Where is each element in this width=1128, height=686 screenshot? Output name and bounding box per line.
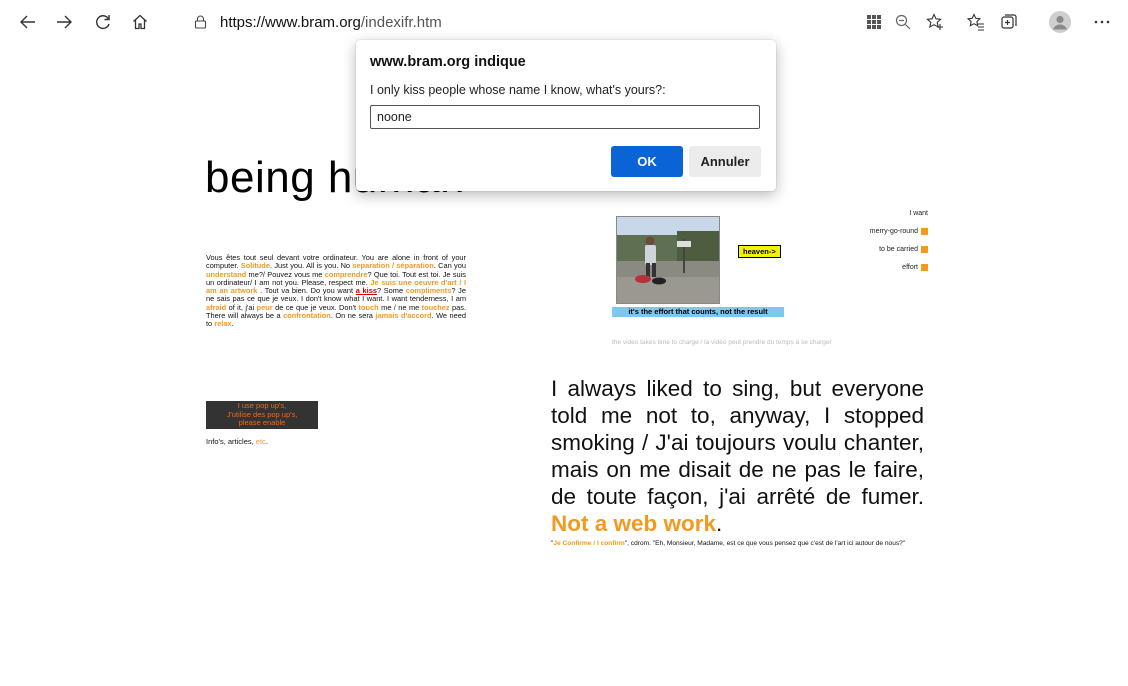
orange-square-icon[interactable]	[921, 245, 928, 253]
reader-grid-icon[interactable]	[860, 8, 888, 36]
want-item-merry-go-round[interactable]: merry-go-round	[820, 222, 928, 240]
browser-toolbar: https://www.bram.org/indexifr.htm	[0, 0, 1128, 44]
effort-caption: it's the effort that counts, not the res…	[612, 307, 784, 317]
dialog-message: I only kiss people whose name I know, wh…	[370, 83, 666, 97]
back-arrow-icon[interactable]	[14, 8, 42, 36]
url-domain: https://www.bram.org	[220, 14, 361, 31]
video-note: the video takes time to charge / la vidé…	[612, 339, 832, 346]
link-etc[interactable]: etc	[256, 437, 266, 446]
want-list: I want merry-go-round to be carried effo…	[820, 204, 928, 276]
want-header-label: I want	[909, 209, 928, 217]
favorite-add-icon[interactable]	[921, 8, 949, 36]
heaven-link[interactable]: heaven->	[738, 245, 781, 258]
cdrom-text: ", cdrom. "Eh, Monsieur, Madame, est ce …	[624, 540, 906, 547]
cancel-button[interactable]: Annuler	[689, 146, 761, 177]
info-line: Info's, articles, etc.	[206, 437, 268, 446]
link-relax[interactable]: relax	[214, 319, 231, 328]
want-item-to-be-carried[interactable]: to be carried	[820, 240, 928, 258]
link-je-confirme[interactable]: Je Confirme / I confirm	[553, 540, 624, 547]
prompt-dialog: www.bram.org indique I only kiss people …	[356, 40, 776, 191]
url-text[interactable]: https://www.bram.org/indexifr.htm	[220, 14, 442, 31]
forward-arrow-icon[interactable]	[50, 8, 78, 36]
intro-paragraph: Vous êtes tout seul devant votre ordinat…	[206, 253, 466, 329]
want-item-label: to be carried	[879, 245, 918, 253]
want-item-label: effort	[902, 263, 918, 271]
video-thumbnail-image	[617, 217, 719, 303]
cdrom-quote: "Je Confirme / I confirm", cdrom. "Eh, M…	[551, 540, 929, 548]
want-header: I want	[820, 204, 928, 222]
name-input[interactable]	[370, 105, 760, 129]
sing-end: .	[716, 511, 723, 536]
info-end: .	[265, 437, 268, 446]
link-confrontation[interactable]: confrontation	[283, 311, 331, 320]
info-text: Info's, articles,	[206, 437, 256, 446]
favorites-icon[interactable]	[962, 8, 990, 36]
popup-notice-line: please enable	[238, 418, 286, 428]
ok-button[interactable]: OK	[611, 146, 683, 177]
sing-text: I always liked to sing, but everyone tol…	[551, 376, 924, 509]
link-jamais-daccord[interactable]: jamais d'accord	[375, 311, 431, 320]
want-item-effort[interactable]: effort	[820, 258, 928, 276]
refresh-icon[interactable]	[89, 8, 117, 36]
orange-square-icon[interactable]	[921, 263, 928, 271]
sing-paragraph: I always liked to sing, but everyone tol…	[551, 375, 924, 537]
profile-avatar-icon[interactable]	[1046, 8, 1074, 36]
address-bar[interactable]: https://www.bram.org/indexifr.htm	[178, 6, 948, 38]
home-icon[interactable]	[126, 8, 154, 36]
intro-text: . On ne sera	[330, 311, 376, 321]
video-thumbnail[interactable]	[616, 216, 720, 304]
link-not-a-web-work[interactable]: Not a web work	[551, 511, 716, 536]
more-icon[interactable]	[1088, 8, 1116, 36]
collections-icon[interactable]	[995, 8, 1023, 36]
zoom-out-icon[interactable]	[889, 8, 917, 36]
orange-square-icon[interactable]	[921, 227, 928, 235]
popup-notice[interactable]: I use pop up's, J'utilise des pop up's, …	[206, 401, 318, 429]
dialog-title: www.bram.org indique	[370, 54, 526, 70]
lock-icon[interactable]	[194, 15, 207, 34]
want-item-label: merry-go-round	[869, 227, 918, 235]
url-path: /indexifr.htm	[360, 14, 442, 31]
intro-text: .	[231, 319, 234, 329]
